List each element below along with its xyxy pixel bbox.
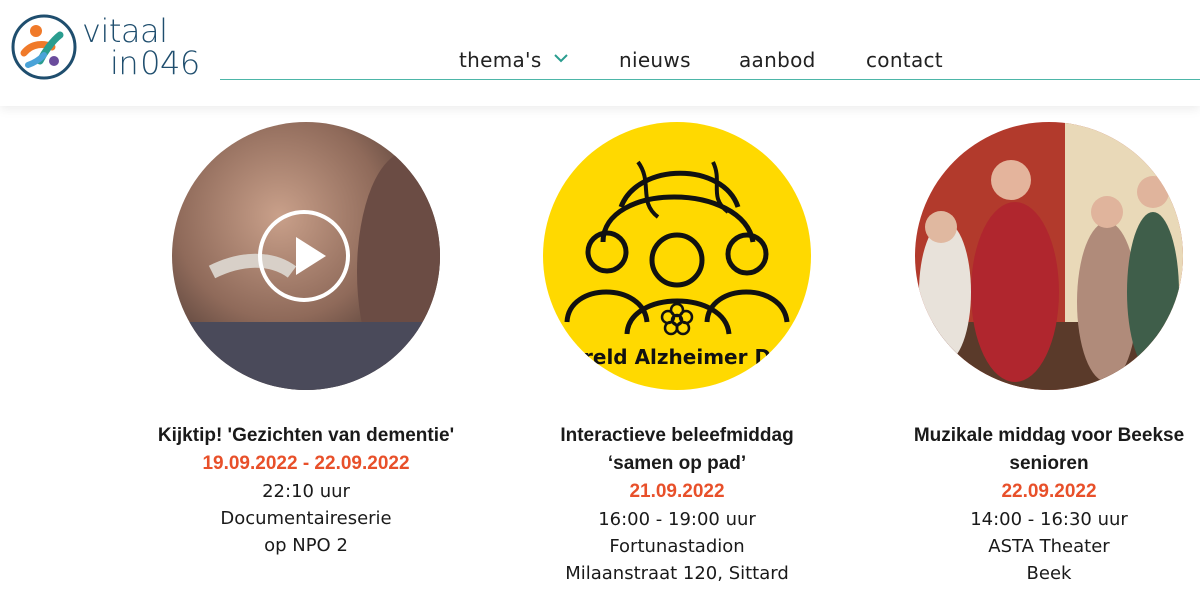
nav-item-nieuws[interactable]: nieuws <box>619 48 691 72</box>
logo-wordmark: vitaal in046 <box>82 15 200 79</box>
event-card[interactable]: Kijktip! 'Gezichten van dementie' 19.09.… <box>156 122 456 559</box>
event-date: 21.09.2022 <box>629 481 725 502</box>
play-icon[interactable] <box>258 210 350 302</box>
event-date: 19.09.2022 - 22.09.2022 <box>202 453 410 474</box>
site-logo[interactable]: vitaal in046 <box>10 13 200 85</box>
event-location-detail: Beek <box>1026 563 1072 584</box>
event-image[interactable] <box>915 122 1183 390</box>
event-image-video[interactable] <box>172 122 440 390</box>
event-time: 22:10 uur <box>262 481 350 502</box>
event-location: Fortunastadion <box>609 536 745 557</box>
event-title[interactable]: Kijktip! 'Gezichten van dementie' <box>156 422 456 450</box>
logo-mark-icon <box>11 14 77 80</box>
event-image[interactable]: ereld Alzheimer Da <box>543 122 811 390</box>
nav-item-themas[interactable]: thema's <box>459 48 568 72</box>
event-time: 14:00 - 16:30 uur <box>970 509 1128 530</box>
event-date: 22.09.2022 <box>1001 481 1097 502</box>
event-title[interactable]: Muzikale middag voor Beekse senioren <box>899 422 1199 478</box>
logo-word-line2: in046 <box>110 44 200 82</box>
event-location: Documentaireserie <box>220 508 392 529</box>
event-location-detail: Milaanstraat 120, Sittard <box>565 563 789 584</box>
event-card[interactable]: Muzikale middag voor Beekse senioren 22.… <box>899 122 1199 587</box>
site-header: vitaal in046 thema's nieuws aanbod conta… <box>0 0 1200 106</box>
event-title[interactable]: Interactieve beleefmiddag ‘samen op pad’ <box>527 422 827 478</box>
event-location: ASTA Theater <box>988 536 1110 557</box>
alzheimer-day-logo: ereld Alzheimer Da <box>543 122 811 390</box>
nav-item-label: aanbod <box>739 48 816 72</box>
chevron-down-icon <box>553 54 568 63</box>
dancing-seniors-photo <box>915 122 1183 390</box>
event-time: 16:00 - 19:00 uur <box>598 509 756 530</box>
event-location-detail: op NPO 2 <box>264 535 348 556</box>
nav-item-aanbod[interactable]: aanbod <box>739 48 816 72</box>
nav-item-label: thema's <box>459 48 542 72</box>
event-card[interactable]: ereld Alzheimer Da Interactieve beleefmi… <box>527 122 827 587</box>
nav-item-label: contact <box>866 48 943 72</box>
main-nav: thema's nieuws aanbod contact <box>220 44 1200 80</box>
nav-item-label: nieuws <box>619 48 691 72</box>
nav-item-contact[interactable]: contact <box>866 48 943 72</box>
image-caption: ereld Alzheimer Da <box>569 345 784 369</box>
